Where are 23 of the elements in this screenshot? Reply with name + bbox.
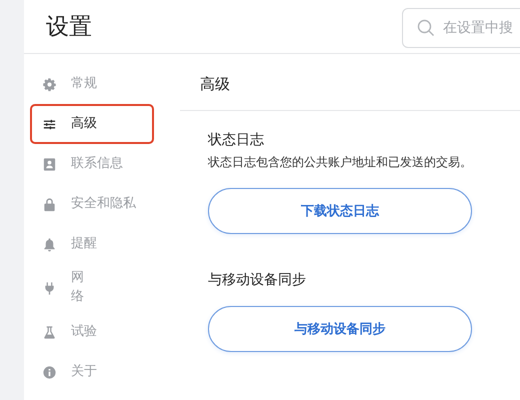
info-icon — [42, 364, 57, 380]
setting-title: 与移动设备同步 — [208, 271, 307, 290]
section-heading: 高级 — [180, 54, 520, 111]
sidebar-item[interactable]: 提醒 — [30, 224, 154, 264]
bell-icon — [42, 236, 57, 252]
lock-icon — [42, 196, 57, 212]
action-button[interactable]: 与移动设备同步 — [208, 306, 472, 352]
sidebar-item[interactable]: 网络 — [30, 264, 154, 312]
setting-title: 状态日志 — [208, 131, 265, 150]
sidebar-item[interactable]: 关于 — [30, 352, 154, 392]
sidebar-item[interactable]: 试验 — [30, 312, 154, 352]
action-button[interactable]: 下载状态日志 — [208, 188, 472, 234]
sidebar-item[interactable]: 常规 — [30, 64, 154, 104]
contact-card-icon — [42, 156, 57, 172]
sidebar-item[interactable]: 高级 — [30, 104, 154, 144]
gear-icon — [42, 76, 57, 92]
search-field[interactable]: 在设置中搜 — [402, 8, 520, 48]
page-title: 设置 — [46, 13, 92, 42]
sidebar-item[interactable]: 安全和隐私 — [30, 184, 154, 224]
search-icon — [417, 18, 435, 36]
flask-icon — [42, 324, 57, 340]
setting-description: 状态日志包含您的公共账户地址和已发送的交易。 — [208, 154, 473, 171]
sidebar-item[interactable]: 联系信息 — [30, 144, 154, 184]
